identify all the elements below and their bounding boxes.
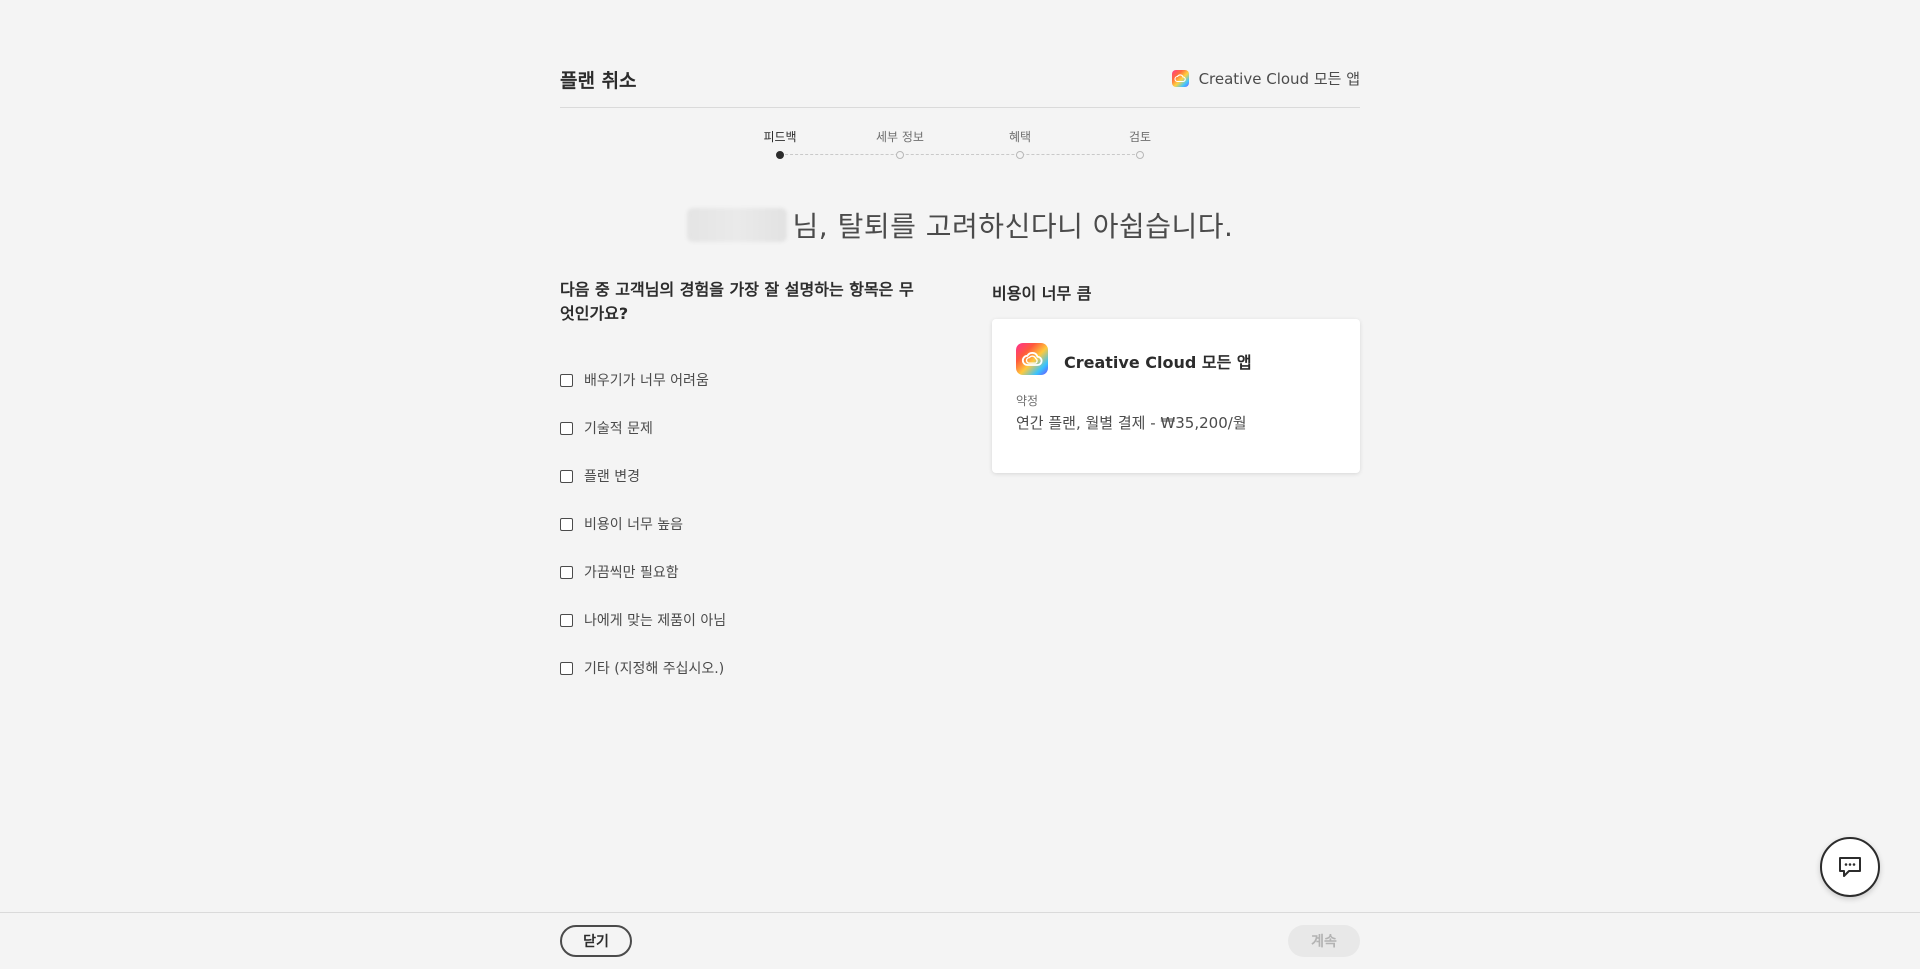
close-button[interactable]: 닫기	[560, 925, 632, 957]
step-label: 혜택	[1008, 130, 1032, 144]
progress-stepper: 피드백 세부 정보 혜택 검토	[760, 128, 1160, 168]
stepper-line	[780, 154, 1140, 155]
commitment-label: 약정	[1016, 394, 1039, 408]
step-feedback: 피드백	[740, 128, 820, 159]
blurred-user-name	[686, 208, 787, 242]
plan-name: Creative Cloud 모든 앱	[1064, 353, 1252, 372]
step-dot	[1016, 151, 1024, 159]
checkbox[interactable]	[560, 421, 573, 435]
plan-card: Creative Cloud 모든 앱 약정 연간 플랜, 월별 결제 - ₩3…	[992, 319, 1360, 473]
step-benefits: 혜택	[980, 128, 1060, 159]
option-label: 기타 (지정해 주십시오.)	[584, 661, 725, 677]
option-technical-issues[interactable]: 기술적 문제	[560, 404, 920, 452]
option-not-right-product[interactable]: 나에게 맞는 제품이 아님	[560, 596, 920, 644]
option-too-expensive[interactable]: 비용이 너무 높음	[560, 500, 920, 548]
continue-button[interactable]: 계속	[1288, 925, 1360, 957]
option-label: 가끔씩만 필요함	[584, 565, 679, 581]
survey-question: 다음 중 고객님의 경험을 가장 잘 설명하는 항목은 무엇인가요?	[560, 280, 914, 323]
chat-button[interactable]	[1820, 837, 1880, 897]
reason-title: 비용이 너무 큼	[992, 284, 1092, 303]
option-label: 기술적 문제	[584, 421, 653, 437]
step-dot	[776, 151, 784, 159]
checkbox[interactable]	[560, 469, 573, 483]
option-label: 플랜 변경	[584, 469, 640, 485]
step-review: 검토	[1100, 128, 1180, 159]
option-plan-change[interactable]: 플랜 변경	[560, 452, 920, 500]
checkbox[interactable]	[560, 661, 573, 675]
commitment-value: 연간 플랜, 월별 결제 - ₩35,200/월	[1016, 414, 1247, 432]
page-title: 플랜 취소	[560, 70, 637, 92]
header-product: Creative Cloud 모든 앱	[1171, 68, 1360, 89]
cancel-plan-page: 플랜 취소 Creative Cloud 모든 앱 피드백 세부 정보 혜택 검…	[0, 0, 1920, 969]
header: 플랜 취소 Creative Cloud 모든 앱	[560, 60, 1360, 108]
checkbox[interactable]	[560, 565, 573, 579]
step-label: 검토	[1128, 130, 1152, 144]
step-dot	[1136, 151, 1144, 159]
step-dot	[896, 151, 904, 159]
step-label: 피드백	[763, 130, 797, 144]
checkbox[interactable]	[560, 613, 573, 627]
option-occasional-need[interactable]: 가끔씩만 필요함	[560, 548, 920, 596]
option-label: 나에게 맞는 제품이 아님	[584, 613, 727, 629]
footer: 닫기 계속	[0, 912, 1920, 969]
creative-cloud-icon	[1016, 343, 1048, 375]
chat-icon	[1839, 857, 1861, 877]
checkbox[interactable]	[560, 517, 573, 531]
checkbox[interactable]	[560, 373, 573, 387]
step-label: 세부 정보	[876, 130, 924, 144]
headline-text: 님, 탈퇴를 고려하신다니 아쉽습니다.	[792, 210, 1234, 243]
option-too-hard-to-learn[interactable]: 배우기가 너무 어려움	[560, 356, 920, 404]
survey-options: 배우기가 너무 어려움 기술적 문제 플랜 변경 비용이 너무 높음 가끔씩만 …	[560, 356, 920, 692]
option-other[interactable]: 기타 (지정해 주십시오.)	[560, 644, 920, 692]
step-details: 세부 정보	[860, 128, 940, 159]
headline: 님, 탈퇴를 고려하신다니 아쉽습니다.	[560, 205, 1360, 245]
header-product-name: Creative Cloud 모든 앱	[1198, 70, 1360, 88]
option-label: 비용이 너무 높음	[584, 517, 684, 533]
option-label: 배우기가 너무 어려움	[584, 373, 709, 389]
creative-cloud-icon	[1171, 70, 1189, 87]
